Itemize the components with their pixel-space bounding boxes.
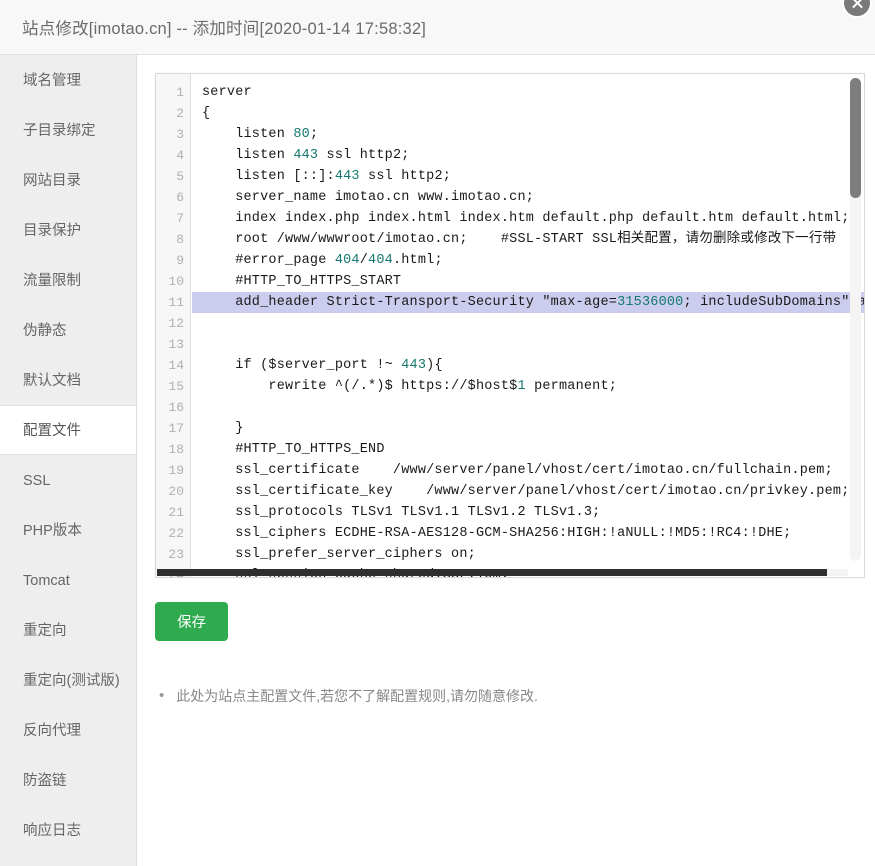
line-number: 3 xyxy=(176,127,184,142)
sidebar-item-label: 反向代理 xyxy=(23,723,81,739)
horizontal-scrollbar-thumb[interactable] xyxy=(157,569,827,576)
code-line[interactable]: ssl_ciphers ECDHE-RSA-AES128-GCM-SHA256:… xyxy=(192,523,864,544)
close-circle-icon[interactable] xyxy=(842,0,872,18)
line-number: 16 xyxy=(168,400,184,415)
code-line[interactable]: listen [::]:443 ssl http2; xyxy=(192,166,864,187)
code-line[interactable] xyxy=(192,334,864,355)
code-area[interactable]: server{ listen 80; listen 443 ssl http2;… xyxy=(192,74,864,577)
code-line[interactable]: ssl_certificate_key /www/server/panel/vh… xyxy=(192,481,864,502)
sidebar-item-9[interactable]: PHP版本 xyxy=(0,505,136,555)
code-line[interactable]: rewrite ^(/.*)$ https://$host$1 permanen… xyxy=(192,376,864,397)
sidebar-item-label: 重定向(测试版) xyxy=(23,673,120,689)
line-number: 2 xyxy=(176,106,184,121)
editor-vertical-scrollbar[interactable] xyxy=(850,78,861,561)
line-number: 1 xyxy=(176,85,184,100)
code-line[interactable] xyxy=(192,313,864,334)
sidebar-item-5[interactable]: 伪静态 xyxy=(0,305,136,355)
help-note: • 此处为站点主配置文件,若您不了解配置规则,请勿随意修改. xyxy=(155,687,865,705)
line-number: 7 xyxy=(176,211,184,226)
sidebar-item-label: 默认文档 xyxy=(23,373,81,389)
sidebar-item-10[interactable]: Tomcat xyxy=(0,555,136,605)
sidebar-item-label: 子目录绑定 xyxy=(23,123,96,139)
line-number: 5 xyxy=(176,169,184,184)
sidebar-item-label: 流量限制 xyxy=(23,273,81,289)
sidebar-item-3[interactable]: 目录保护 xyxy=(0,205,136,255)
sidebar-item-11[interactable]: 重定向 xyxy=(0,605,136,655)
code-line[interactable]: root /www/wwwroot/imotao.cn; #SSL-START … xyxy=(192,229,864,250)
code-line[interactable]: listen 443 ssl http2; xyxy=(192,145,864,166)
help-note-text: 此处为站点主配置文件,若您不了解配置规则,请勿随意修改. xyxy=(176,688,538,704)
sidebar-item-13[interactable]: 反向代理 xyxy=(0,705,136,755)
line-number: 4 xyxy=(176,148,184,163)
line-number: 22 xyxy=(168,526,184,541)
line-number: 15 xyxy=(168,379,184,394)
line-number: 21 xyxy=(168,505,184,520)
sidebar-item-0[interactable]: 域名管理 xyxy=(0,55,136,105)
main-content: 123456789101112131415161718192021222324 … xyxy=(137,55,875,866)
line-number: 13 xyxy=(168,337,184,352)
code-line[interactable]: #HTTP_TO_HTTPS_START xyxy=(192,271,864,292)
line-number: 18 xyxy=(168,442,184,457)
sidebar-item-14[interactable]: 防盗链 xyxy=(0,755,136,805)
vertical-scrollbar-thumb[interactable] xyxy=(850,78,861,198)
code-line[interactable]: ssl_protocols TLSv1 TLSv1.1 TLSv1.2 TLSv… xyxy=(192,502,864,523)
line-number: 17 xyxy=(168,421,184,436)
dialog-body: 域名管理子目录绑定网站目录目录保护流量限制伪静态默认文档配置文件 SSL PHP版本… xyxy=(0,55,875,866)
sidebar-item-label: 目录保护 xyxy=(23,223,81,239)
code-line[interactable]: if ($server_port !~ 443){ xyxy=(192,355,864,376)
code-line[interactable]: } xyxy=(192,418,864,439)
sidebar-item-4[interactable]: 流量限制 xyxy=(0,255,136,305)
sidebar-item-label: 响应日志 xyxy=(23,823,81,839)
line-number: 14 xyxy=(168,358,184,373)
line-number: 12 xyxy=(168,316,184,331)
sidebar-item-6[interactable]: 默认文档 xyxy=(0,355,136,405)
code-line[interactable]: ssl_prefer_server_ciphers on; xyxy=(192,544,864,565)
sidebar-item-label: 伪静态 xyxy=(23,323,67,339)
sidebar-item-12[interactable]: 重定向(测试版) xyxy=(0,655,136,705)
line-number: 23 xyxy=(168,547,184,562)
sidebar-item-label: 网站目录 xyxy=(23,173,81,189)
line-number: 9 xyxy=(176,253,184,268)
sidebar-item-7[interactable]: 配置文件 xyxy=(0,405,136,455)
code-line[interactable]: #HTTP_TO_HTTPS_END xyxy=(192,439,864,460)
code-line[interactable]: { xyxy=(192,103,864,124)
sidebar-item-label: 域名管理 xyxy=(23,73,81,89)
bullet-icon: • xyxy=(159,687,165,704)
sidebar-item-8[interactable]: SSL xyxy=(0,455,136,505)
line-number-gutter: 123456789101112131415161718192021222324 xyxy=(156,74,191,577)
sidebar-item-1[interactable]: 子目录绑定 xyxy=(0,105,136,155)
config-file-editor[interactable]: 123456789101112131415161718192021222324 … xyxy=(155,73,865,578)
line-number: 19 xyxy=(168,463,184,478)
line-number: 20 xyxy=(168,484,184,499)
code-line[interactable]: server_name imotao.cn www.imotao.cn; xyxy=(192,187,864,208)
sidebar-item-2[interactable]: 网站目录 xyxy=(0,155,136,205)
code-line[interactable]: #error_page 404/404.html; xyxy=(192,250,864,271)
sidebar-item-label: PHP版本 xyxy=(23,523,82,539)
sidebar: 域名管理子目录绑定网站目录目录保护流量限制伪静态默认文档配置文件 SSL PHP版本… xyxy=(0,55,137,866)
line-number: 6 xyxy=(176,190,184,205)
sidebar-item-label: 配置文件 xyxy=(23,423,81,439)
code-line[interactable]: add_header Strict-Transport-Security "ma… xyxy=(192,292,864,313)
line-number: 8 xyxy=(176,232,184,247)
code-line[interactable]: server xyxy=(192,82,864,103)
line-number: 11 xyxy=(168,295,184,310)
page-title: 站点修改[imotao.cn] -- 添加时间[2020-01-14 17:58… xyxy=(22,20,427,38)
action-row: 保存 xyxy=(155,602,865,641)
sidebar-item-label: SSL xyxy=(23,473,51,489)
sidebar-item-label: Tomcat xyxy=(23,573,70,589)
editor-horizontal-scrollbar[interactable] xyxy=(157,569,848,576)
line-number: 10 xyxy=(168,274,184,289)
code-line[interactable] xyxy=(192,397,864,418)
sidebar-item-label: 重定向 xyxy=(23,623,67,639)
dialog-header: 站点修改[imotao.cn] -- 添加时间[2020-01-14 17:58… xyxy=(0,0,875,55)
sidebar-item-15[interactable]: 响应日志 xyxy=(0,805,136,855)
sidebar-item-label: 防盗链 xyxy=(23,773,67,789)
code-line[interactable]: index index.php index.html index.htm def… xyxy=(192,208,864,229)
code-line[interactable]: ssl_certificate /www/server/panel/vhost/… xyxy=(192,460,864,481)
code-line[interactable]: listen 80; xyxy=(192,124,864,145)
save-button[interactable]: 保存 xyxy=(155,602,228,641)
